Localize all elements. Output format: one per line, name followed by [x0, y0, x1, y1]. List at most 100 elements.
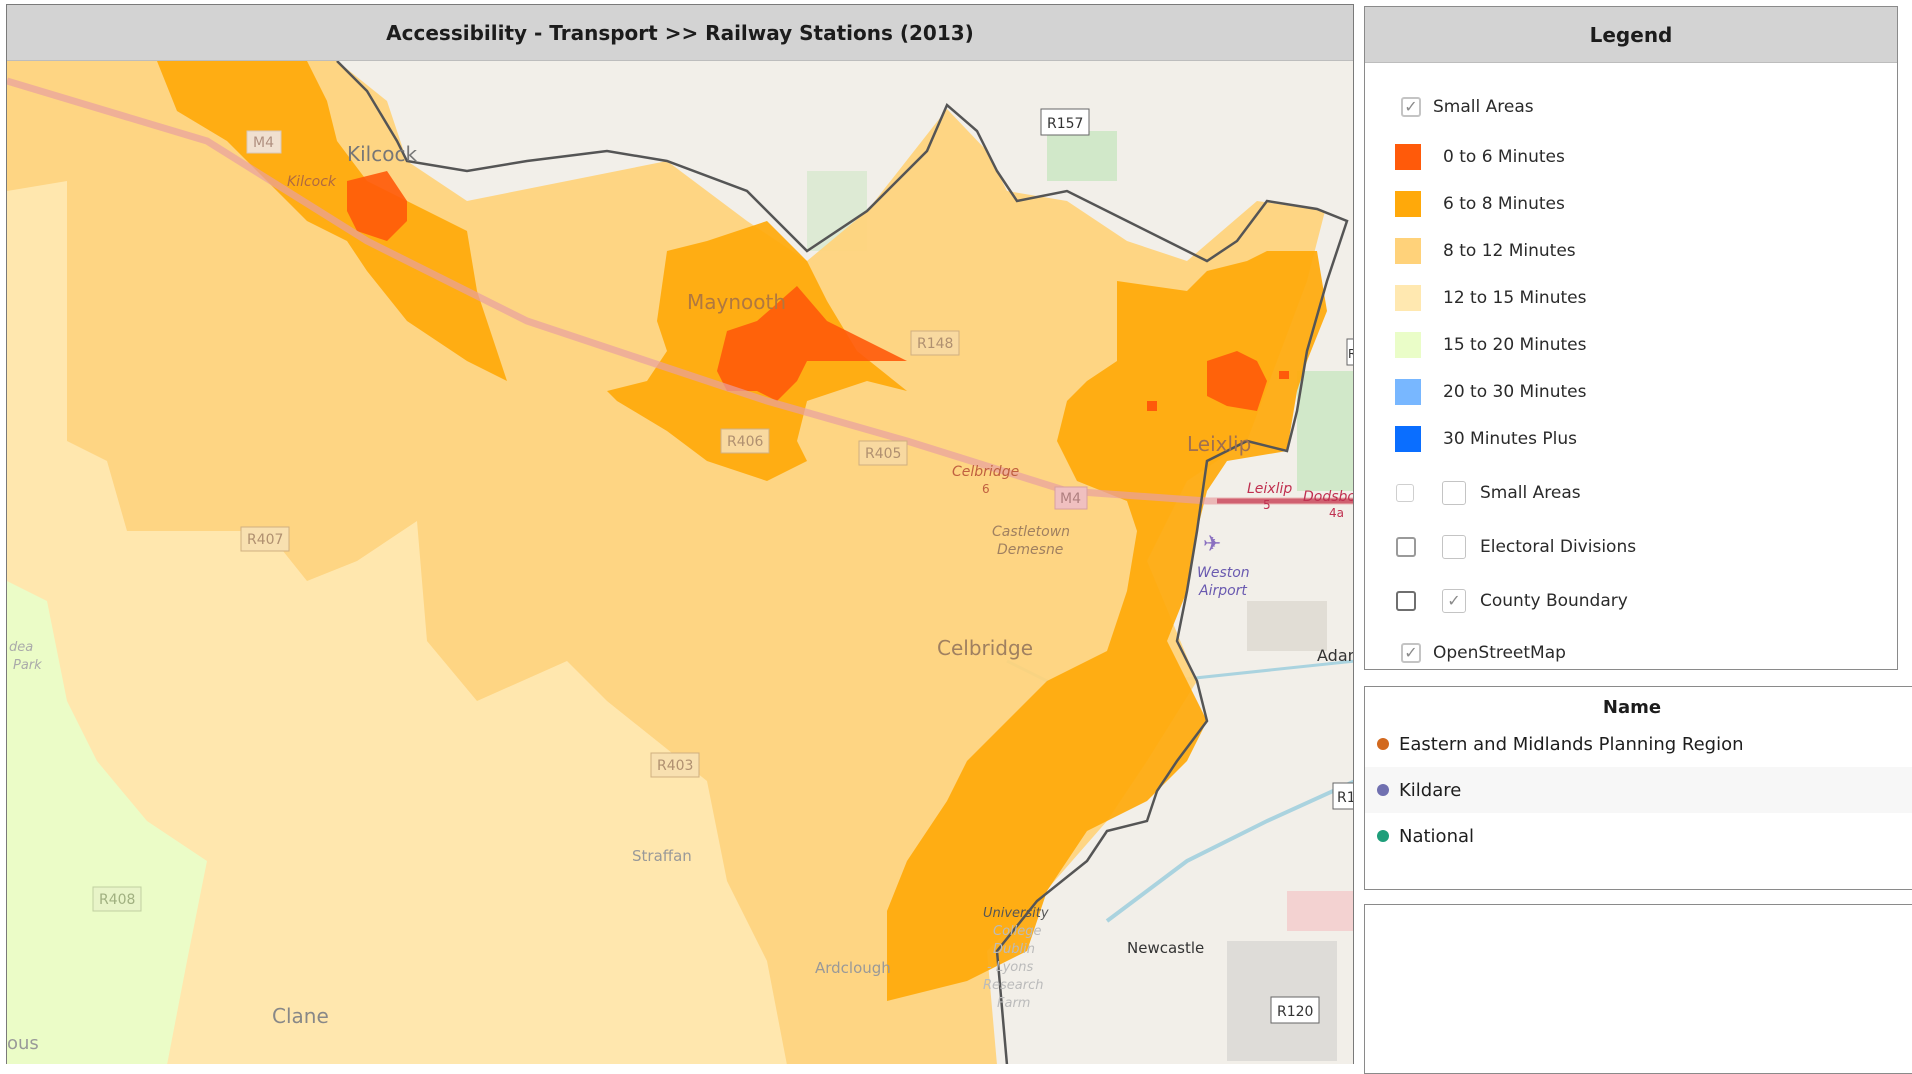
- legend-class-label: 12 to 15 Minutes: [1443, 288, 1587, 308]
- overlay-electoral-divisions-label: Electoral Divisions: [1480, 537, 1637, 557]
- legend-class-label: 6 to 8 Minutes: [1443, 194, 1565, 214]
- legend-layer-label: Small Areas: [1433, 97, 1534, 117]
- road-r407: R407: [247, 532, 283, 548]
- name-label: Kildare: [1399, 779, 1462, 801]
- road-r405: R405: [865, 446, 901, 462]
- road-r406: R406: [727, 434, 764, 450]
- label-lyons: - Lyons: [987, 960, 1033, 975]
- legend-swatch: [1395, 426, 1421, 452]
- names-panel: Name Eastern and Midlands Planning Regio…: [1364, 686, 1912, 890]
- label-ardclough: Ardclough: [815, 959, 891, 977]
- name-label: National: [1399, 825, 1475, 847]
- label-adam: Adam: [1317, 646, 1354, 665]
- overlay-small-areas-label: Small Areas: [1480, 483, 1581, 503]
- legend-class-2: 8 to 12 Minutes: [1395, 238, 1576, 264]
- label-college: College: [993, 924, 1042, 939]
- legend-class-3: 12 to 15 Minutes: [1395, 285, 1586, 311]
- label-park: Park: [13, 658, 42, 673]
- label-celbridge: Celbridge: [937, 636, 1033, 660]
- choropleth-map[interactable]: ✈ Kilcock Kilcock Maynooth Leixlip Celbr…: [7, 61, 1354, 1064]
- label-leixlip-junction: Leixlip: [1247, 481, 1292, 497]
- label-dodsboro-num: 4a: [1329, 506, 1344, 520]
- label-castletown: Castletown: [992, 524, 1070, 540]
- names-header: Name: [1602, 697, 1662, 718]
- road-r157: R157: [1047, 116, 1083, 132]
- legend-class-5: 20 to 30 Minutes: [1395, 379, 1586, 405]
- map-panel[interactable]: Accessibility - Transport >> Railway Sta…: [6, 4, 1354, 1064]
- overlay-small-areas-checkbox[interactable]: [1442, 481, 1466, 505]
- legend-class-1: 6 to 8 Minutes: [1395, 191, 1565, 217]
- legend-layer-row[interactable]: ✓ Small Areas: [1401, 97, 1534, 117]
- overlay-county-boundary-checkbox[interactable]: ✓: [1442, 589, 1466, 613]
- park-area: [1287, 891, 1353, 931]
- name-row-national[interactable]: National: [1365, 813, 1912, 859]
- overlay-small-areas-outer-checkbox[interactable]: [1396, 484, 1414, 502]
- map-title: Accessibility - Transport >> Railway Sta…: [7, 5, 1353, 61]
- openstreetmap-label: OpenStreetMap: [1433, 643, 1566, 663]
- legend-class-0: 0 to 6 Minutes: [1395, 144, 1565, 170]
- label-kilcock: Kilcock: [347, 142, 417, 166]
- legend-class-label: 30 Minutes Plus: [1443, 429, 1577, 449]
- label-ous: ous: [7, 1033, 39, 1054]
- label-kilcock-small: Kilcock: [287, 174, 337, 190]
- overlay-small-areas-row[interactable]: Small Areas: [1396, 481, 1581, 505]
- legend-swatch: [1395, 332, 1421, 358]
- overlay-electoral-divisions-outer-checkbox[interactable]: [1396, 537, 1416, 557]
- legend-class-4: 15 to 20 Minutes: [1395, 332, 1586, 358]
- openstreetmap-checkbox[interactable]: ✓: [1401, 643, 1421, 663]
- legend-swatch: [1395, 285, 1421, 311]
- road-r1: R1: [1337, 790, 1354, 806]
- overlay-county-boundary-outer-checkbox[interactable]: [1396, 591, 1416, 611]
- legend-swatch: [1395, 191, 1421, 217]
- label-university: University: [983, 906, 1049, 921]
- label-straffan: Straffan: [632, 847, 692, 865]
- overlay-county-boundary-row[interactable]: ✓ County Boundary: [1396, 589, 1628, 613]
- series-dot: [1377, 738, 1389, 750]
- legend-title: Legend: [1365, 7, 1897, 63]
- label-farm: Farm: [997, 996, 1030, 1011]
- zone-0-6-leixlip-small: [1147, 401, 1157, 411]
- legend-panel: Legend ✓ Small Areas 0 to 6 Minutes 6 to…: [1364, 6, 1898, 670]
- legend-class-label: 20 to 30 Minutes: [1443, 382, 1587, 402]
- label-celbridge-small: Celbridge: [952, 464, 1019, 480]
- chart-panel: [1364, 904, 1912, 1074]
- series-dot: [1377, 830, 1389, 842]
- airport-icon: ✈: [1203, 532, 1221, 557]
- label-maynooth: Maynooth: [687, 290, 786, 314]
- road-r120: R120: [1277, 1004, 1313, 1020]
- legend-swatch: [1395, 379, 1421, 405]
- label-demesne: Demesne: [997, 542, 1063, 558]
- overlay-openstreetmap-row[interactable]: ✓ OpenStreetMap: [1401, 643, 1566, 663]
- zone-0-6-leixlip-small: [1279, 371, 1289, 379]
- road-r148: R148: [917, 336, 953, 352]
- legend-class-label: 15 to 20 Minutes: [1443, 335, 1587, 355]
- label-dodsboro: Dodsboro: [1303, 489, 1354, 505]
- label-leixlip: Leixlip: [1187, 432, 1251, 456]
- overlay-electoral-divisions-row[interactable]: Electoral Divisions: [1396, 535, 1636, 559]
- overlay-electoral-divisions-checkbox[interactable]: [1442, 535, 1466, 559]
- label-dublin: Dublin: [993, 942, 1035, 957]
- label-clane: Clane: [272, 1004, 329, 1028]
- legend-swatch: [1395, 238, 1421, 264]
- park-area: [1297, 371, 1353, 491]
- label-celbridge-num: 6: [982, 482, 990, 496]
- series-dot: [1377, 784, 1389, 796]
- label-weston: Weston: [1197, 565, 1250, 581]
- name-row-kildare[interactable]: Kildare: [1365, 767, 1912, 813]
- legend-swatch: [1395, 144, 1421, 170]
- label-research: Research: [983, 978, 1044, 993]
- road-r403: R403: [657, 758, 693, 774]
- label-airport: Airport: [1198, 583, 1247, 599]
- name-row-region[interactable]: Eastern and Midlands Planning Region: [1365, 721, 1912, 767]
- label-idea: dea: [9, 640, 33, 655]
- legend-class-label: 8 to 12 Minutes: [1443, 241, 1576, 261]
- label-leixlip-junction-num: 5: [1263, 498, 1271, 512]
- overlay-county-boundary-label: County Boundary: [1480, 591, 1628, 611]
- legend-class-label: 0 to 6 Minutes: [1443, 147, 1565, 167]
- small-areas-layer-checkbox[interactable]: ✓: [1401, 97, 1421, 117]
- road-r408: R408: [99, 892, 135, 908]
- road-m4-west: M4: [253, 135, 274, 151]
- legend-class-6: 30 Minutes Plus: [1395, 426, 1577, 452]
- park-area: [1247, 601, 1327, 651]
- road-r-edge: R: [1348, 347, 1354, 361]
